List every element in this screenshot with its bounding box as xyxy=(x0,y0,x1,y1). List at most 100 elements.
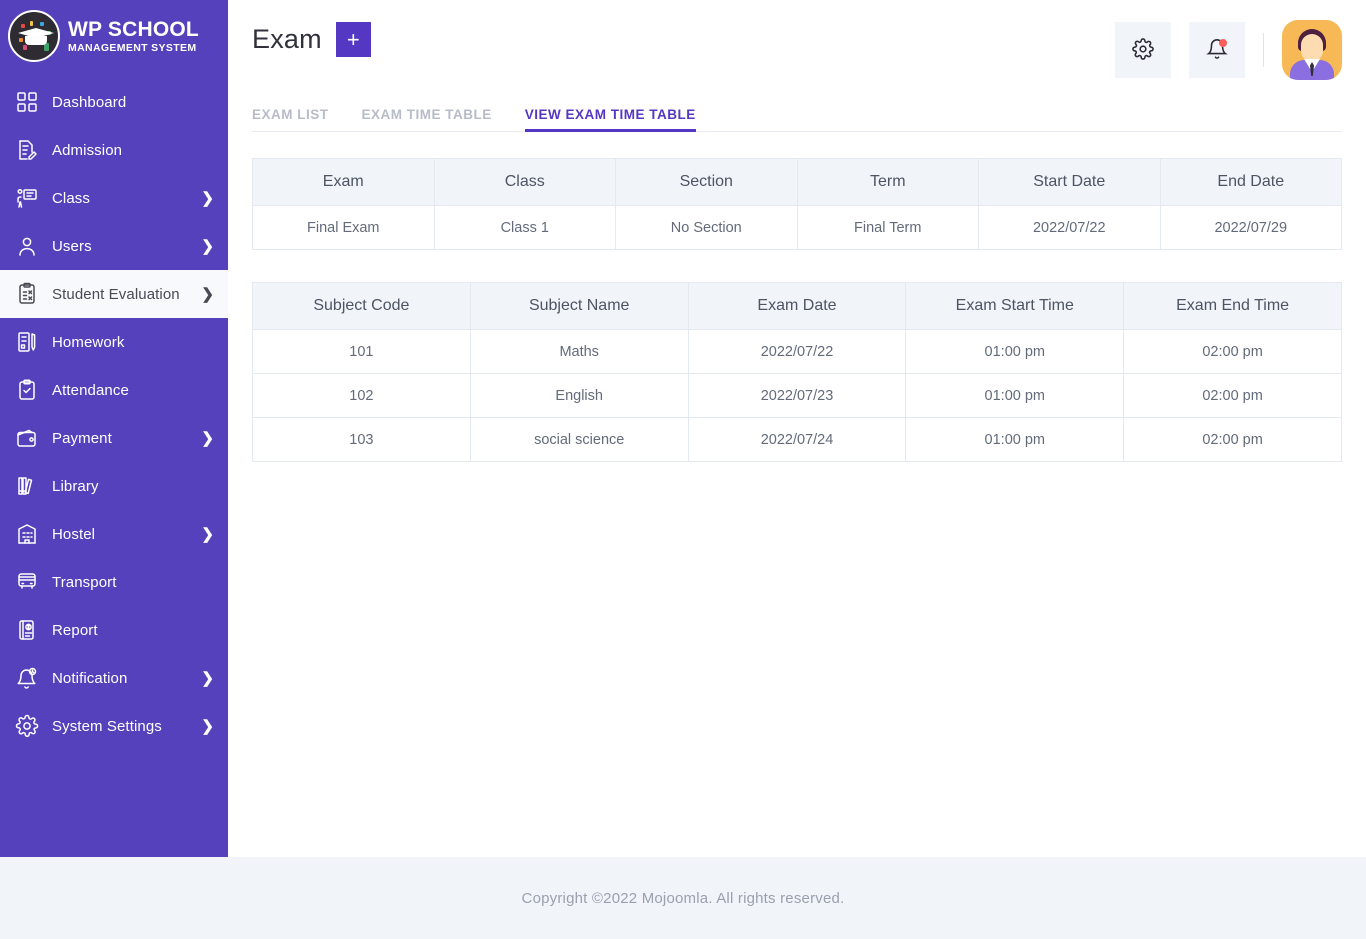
page-title: Exam xyxy=(252,24,322,54)
graduation-cap-icon xyxy=(8,10,60,62)
sidebar-item-admission[interactable]: Admission xyxy=(0,126,228,174)
book-pencil-icon xyxy=(14,329,40,355)
table-cell: 01:00 pm xyxy=(905,417,1125,462)
chevron-right-icon: ❯ xyxy=(201,190,214,207)
grid-icon xyxy=(14,89,40,115)
settings-button[interactable] xyxy=(1115,22,1171,78)
sidebar-item-users[interactable]: Users ❯ xyxy=(0,222,228,270)
sidebar-nav: Dashboard Admission Class ❯ Users ❯ Student Ev… xyxy=(0,78,228,750)
sidebar-item-attendance[interactable]: Attendance xyxy=(0,366,228,414)
clipboard-check-icon xyxy=(14,281,40,307)
user-icon xyxy=(14,233,40,259)
sidebar-item-label: Notification xyxy=(52,669,128,687)
sidebar-item-transport[interactable]: Transport xyxy=(0,558,228,606)
column-header: Exam End Time xyxy=(1123,282,1342,330)
table-cell: 2022/07/24 xyxy=(687,417,907,462)
bell-icon xyxy=(14,665,40,691)
table-row: 103 social science 2022/07/24 01:00 pm 02:00… xyxy=(252,417,1342,462)
topbar: Exam + xyxy=(228,0,1366,96)
table-cell: 2022/07/23 xyxy=(687,373,907,418)
sidebar-item-label: System Settings xyxy=(52,717,162,735)
table-cell: Maths xyxy=(469,329,689,374)
exam-summary-table-wrap: Exam Class Section Term Start Date End Date F… xyxy=(252,158,1342,250)
column-header: Exam Start Time xyxy=(905,282,1125,330)
books-icon xyxy=(14,473,40,499)
table-header-row: Subject Code Subject Name Exam Date Exam St… xyxy=(252,282,1342,330)
add-exam-button[interactable]: + xyxy=(335,22,371,57)
sidebar-item-payment[interactable]: Payment ❯ xyxy=(0,414,228,462)
sidebar-item-label: Users xyxy=(52,237,92,255)
sidebar: WP SCHOOL MANAGEMENT SYSTEM Dashboard Adm… xyxy=(0,0,228,857)
chevron-right-icon: ❯ xyxy=(201,238,214,255)
table-spacer xyxy=(228,250,1366,282)
avatar-face xyxy=(1301,34,1323,61)
app-root: WP SCHOOL MANAGEMENT SYSTEM Dashboard Adm… xyxy=(0,0,1366,939)
column-header: Subject Code xyxy=(252,282,471,330)
table-cell: 02:00 pm xyxy=(1123,373,1342,418)
sidebar-item-label: Class xyxy=(52,189,91,207)
sidebar-item-report[interactable]: Report xyxy=(0,606,228,654)
tab-exam-list[interactable]: EXAM LIST xyxy=(252,107,329,131)
table-cell: Final Exam xyxy=(252,205,435,250)
divider xyxy=(1263,33,1264,67)
sidebar-item-label: Homework xyxy=(52,333,125,351)
table-row: Final Exam Class 1 No Section Final Term 202… xyxy=(252,205,1342,250)
gear-icon xyxy=(1132,37,1154,63)
tab-bar: EXAM LIST EXAM TIME TABLE VIEW EXAM TIME T… xyxy=(252,96,1342,132)
notification-dot xyxy=(1219,39,1227,47)
chevron-right-icon: ❯ xyxy=(201,526,214,543)
brand-title: WP SCHOOL xyxy=(68,17,199,41)
top-actions xyxy=(1115,20,1342,80)
main-content: Exam + EXAM LIST EXAM TIME TABLE VIEW EX… xyxy=(228,0,1366,857)
gear-icon xyxy=(14,713,40,739)
table-cell: Class 1 xyxy=(433,205,616,250)
timetable-table-wrap: Subject Code Subject Name Exam Date Exam St… xyxy=(252,282,1342,462)
sidebar-item-system-settings[interactable]: System Settings ❯ xyxy=(0,702,228,750)
sidebar-item-class[interactable]: Class ❯ xyxy=(0,174,228,222)
timetable-table: Subject Code Subject Name Exam Date Exam St… xyxy=(252,282,1342,462)
sidebar-item-dashboard[interactable]: Dashboard xyxy=(0,78,228,126)
sidebar-item-notification[interactable]: Notification ❯ xyxy=(0,654,228,702)
column-header: Start Date xyxy=(978,158,1161,206)
brand[interactable]: WP SCHOOL MANAGEMENT SYSTEM xyxy=(0,0,228,62)
cap-band xyxy=(25,36,47,45)
sidebar-item-student-evaluation[interactable]: Student Evaluation ❯ xyxy=(0,270,228,318)
sidebar-item-library[interactable]: Library xyxy=(0,462,228,510)
sidebar-item-label: Report xyxy=(52,621,98,639)
table-cell: social science xyxy=(469,417,689,462)
building-icon xyxy=(14,521,40,547)
sidebar-item-homework[interactable]: Homework xyxy=(0,318,228,366)
table-header-row: Exam Class Section Term Start Date End Date xyxy=(252,158,1342,206)
tab-view-exam-time-table[interactable]: VIEW EXAM TIME TABLE xyxy=(524,107,696,132)
tab-exam-time-table[interactable]: EXAM TIME TABLE xyxy=(362,107,492,131)
sidebar-item-label: Transport xyxy=(52,573,117,591)
document-pen-icon xyxy=(14,137,40,163)
column-header: Term xyxy=(796,158,979,206)
avatar[interactable] xyxy=(1282,20,1342,80)
table-cell: Final Term xyxy=(796,205,979,250)
sidebar-item-hostel[interactable]: Hostel ❯ xyxy=(0,510,228,558)
column-header: Subject Name xyxy=(469,282,689,330)
report-icon xyxy=(14,617,40,643)
column-header: Class xyxy=(433,158,616,206)
copyright-text: Copyright ©2022 Mojoomla. All rights res… xyxy=(521,889,845,907)
footer: Copyright ©2022 Mojoomla. All rights res… xyxy=(0,857,1366,939)
bus-icon xyxy=(14,569,40,595)
table-cell: 103 xyxy=(252,417,471,462)
table-cell: English xyxy=(469,373,689,418)
table-cell: 2022/07/22 xyxy=(687,329,907,374)
sidebar-item-label: Admission xyxy=(52,141,123,159)
notifications-button[interactable] xyxy=(1189,22,1245,78)
presentation-icon xyxy=(14,185,40,211)
table-cell: 02:00 pm xyxy=(1123,329,1342,374)
table-row: 102 English 2022/07/23 01:00 pm 02:00 pm xyxy=(252,373,1342,418)
table-cell: 2022/07/29 xyxy=(1159,205,1342,250)
table-cell: 02:00 pm xyxy=(1123,417,1342,462)
chevron-right-icon: ❯ xyxy=(201,286,214,303)
table-cell: 102 xyxy=(252,373,471,418)
column-header: Exam xyxy=(252,158,435,206)
table-cell: 01:00 pm xyxy=(905,329,1125,374)
table-cell: 101 xyxy=(252,329,471,374)
sidebar-item-label: Student Evaluation xyxy=(52,285,180,303)
chevron-right-icon: ❯ xyxy=(201,718,214,735)
